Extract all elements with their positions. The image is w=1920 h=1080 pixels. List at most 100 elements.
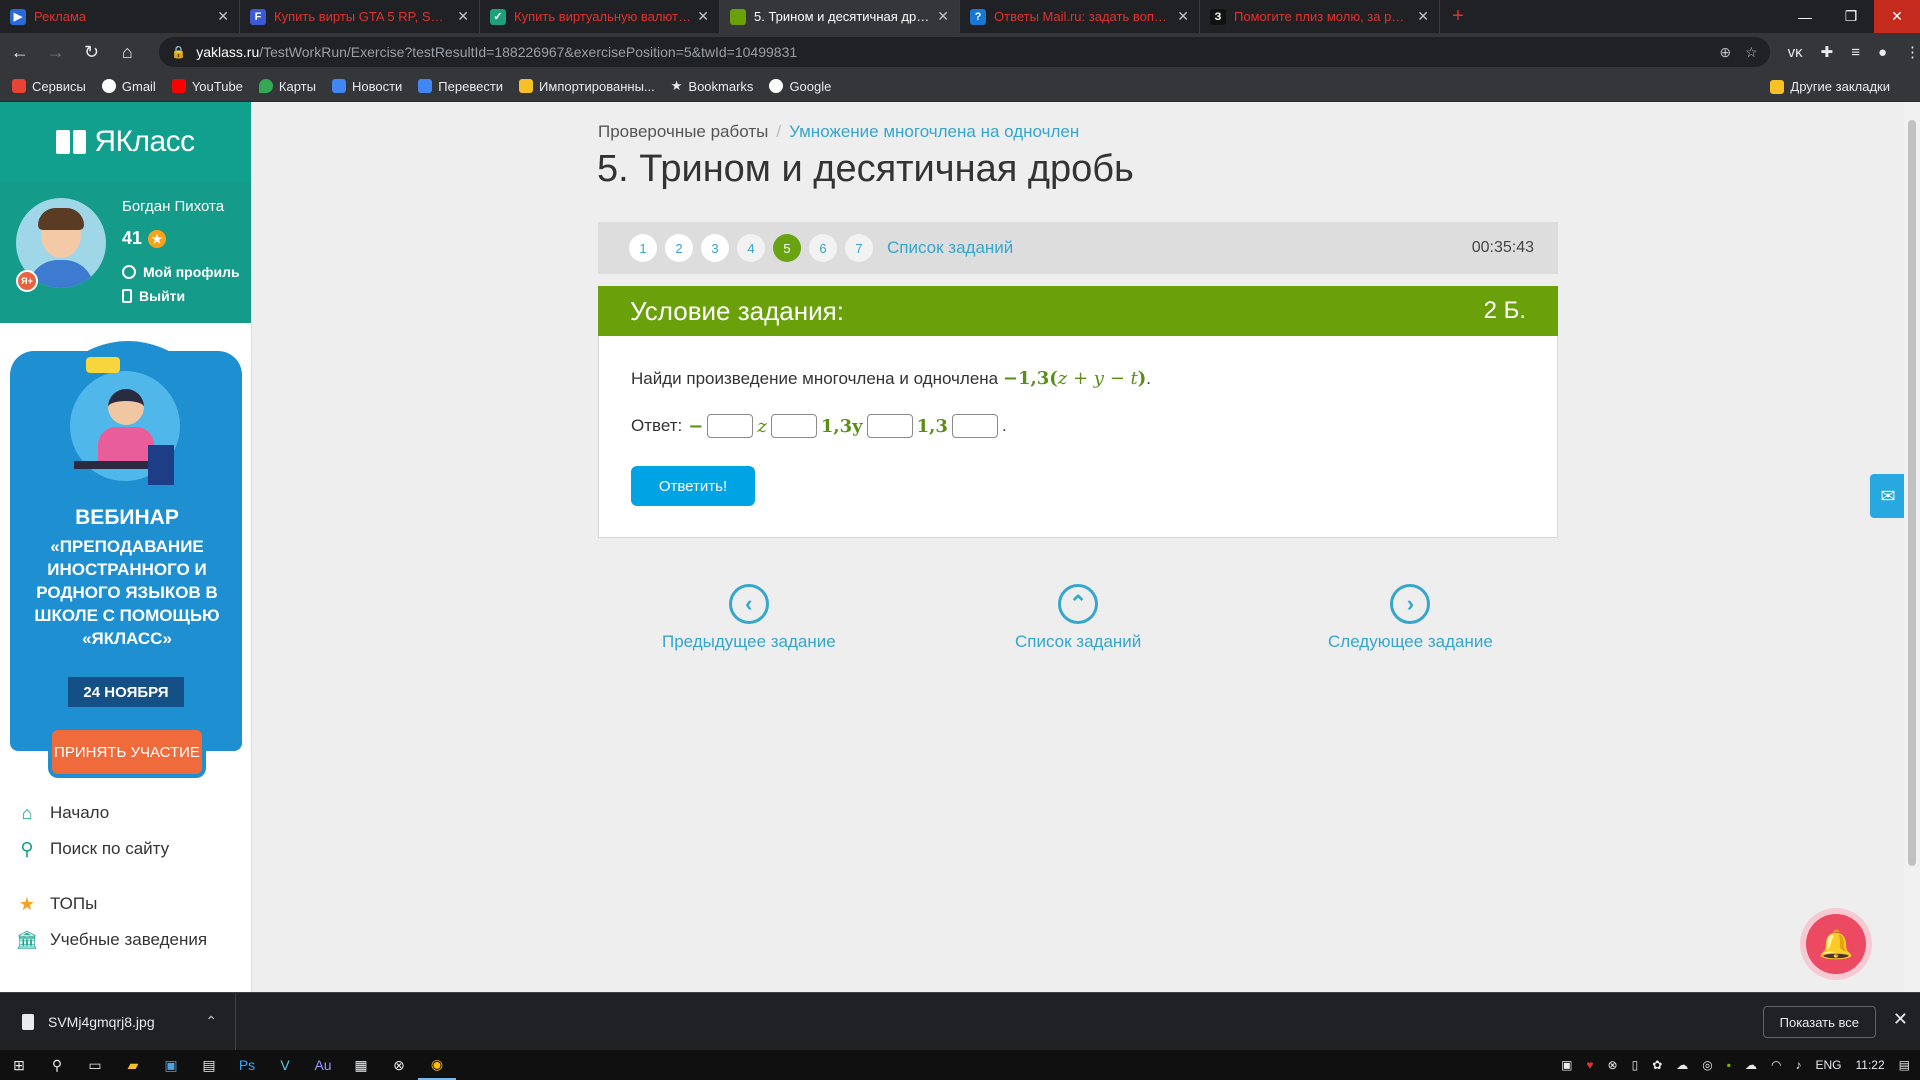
menu-kebab-icon[interactable]: ⋮ [1905, 43, 1920, 61]
next-task-link[interactable]: › Следующее задание [1328, 584, 1493, 652]
browser-tab[interactable]: ✓ Купить виртуальную валюту SA ✕ [480, 0, 720, 33]
task-number-button-active[interactable]: 5 [773, 234, 801, 262]
close-tab-icon[interactable]: ✕ [1417, 8, 1429, 25]
bookmark-item[interactable]: Новости [331, 79, 402, 94]
prev-task-link[interactable]: ‹ Предыдущее задание [662, 584, 836, 652]
close-tab-icon[interactable]: ✕ [697, 8, 709, 25]
close-tab-icon[interactable]: ✕ [217, 8, 229, 25]
photoshop-icon[interactable]: Ps [228, 1050, 266, 1080]
browser-tab[interactable]: ? Ответы Mail.ru: задать вопрос ✕ [960, 0, 1200, 33]
app-icon[interactable]: ▦ [342, 1050, 380, 1080]
sidebar-item-institutions[interactable]: 🏛 Учебные заведения [16, 929, 208, 951]
sidebar-item-tops[interactable]: ★ ТОПы [16, 893, 97, 915]
back-arrow-icon[interactable]: ← [4, 36, 36, 68]
extensions-puzzle-icon[interactable]: ✚ [1821, 43, 1834, 61]
bookmark-item[interactable]: Gmail [101, 79, 156, 94]
tray-app-icon[interactable]: ◎ [1702, 1058, 1712, 1072]
bookmark-item[interactable]: Google [769, 79, 831, 94]
language-indicator[interactable]: ENG [1816, 1058, 1842, 1072]
close-tab-icon[interactable]: ✕ [457, 8, 469, 25]
media-icon[interactable]: ≡ [1851, 44, 1860, 61]
nvidia-icon[interactable]: ▪ [1727, 1058, 1731, 1072]
chrome-icon[interactable]: ◉ [418, 1050, 456, 1080]
answer-input[interactable] [866, 414, 913, 438]
answer-input[interactable] [951, 414, 998, 438]
join-webinar-button[interactable]: ПРИНЯТЬ УЧАСТИЕ [52, 730, 202, 774]
breadcrumb-topic[interactable]: Умножение многочлена на одночлен [789, 122, 1079, 141]
vk-extension-icon[interactable]: ᴠᴋ [1788, 44, 1803, 61]
minimize-icon[interactable]: — [1782, 0, 1828, 33]
notifications-icon[interactable]: ▤ [1899, 1058, 1910, 1072]
tray-app-icon[interactable]: ☁ [1676, 1058, 1688, 1072]
chevron-up-icon[interactable]: ⌃ [205, 1013, 217, 1030]
task-number-button[interactable]: 3 [701, 234, 729, 262]
answer-input[interactable] [707, 414, 754, 438]
task-view-icon[interactable]: ▭ [76, 1050, 114, 1080]
task-list-link[interactable]: Список заданий [887, 238, 1013, 258]
close-tab-icon[interactable]: ✕ [1177, 8, 1189, 25]
notification-bell-icon[interactable]: 🔔 [1806, 914, 1866, 974]
new-tab-button[interactable]: + [1440, 0, 1476, 33]
reload-icon[interactable]: ↻ [76, 36, 108, 68]
logout-link[interactable]: Выйти [122, 288, 185, 304]
bookmark-item[interactable]: ★ Bookmarks [671, 78, 754, 94]
app-icon[interactable]: ▤ [190, 1050, 228, 1080]
feedback-mail-icon[interactable]: ✉ [1870, 474, 1906, 518]
bookmark-item[interactable]: YouTube [171, 79, 243, 94]
sidebar-item-search[interactable]: ⚲ Поиск по сайту [16, 838, 169, 860]
bookmark-item[interactable]: Карты [258, 79, 316, 94]
tray-app-icon[interactable]: ⊗ [1608, 1058, 1618, 1072]
browser-tab[interactable]: ▶ Реклама ✕ [0, 0, 240, 33]
restore-icon[interactable]: ❐ [1828, 0, 1874, 33]
show-all-downloads-button[interactable]: Показать все [1762, 1006, 1876, 1038]
close-window-icon[interactable]: ✕ [1874, 0, 1920, 33]
task-number-button[interactable]: 1 [629, 234, 657, 262]
bookmark-item[interactable]: Сервисы [12, 79, 86, 94]
home-icon[interactable]: ⌂ [111, 36, 143, 68]
task-list-bottom-link[interactable]: ⌃ Список заданий [1015, 584, 1141, 652]
add-icon[interactable]: ⊕ [1719, 44, 1731, 61]
breadcrumb-root[interactable]: Проверочные работы [598, 122, 768, 141]
sidebar-item-home[interactable]: ⌂ Начало [16, 802, 110, 824]
close-tab-icon[interactable]: ✕ [937, 8, 949, 25]
tray-app-icon[interactable]: ✿ [1652, 1058, 1662, 1072]
wifi-icon[interactable]: ◠ [1771, 1058, 1781, 1072]
download-item[interactable]: SVMj4gmqrj8.jpg ⌃ [0, 992, 236, 1051]
close-icon[interactable]: ✕ [1893, 1009, 1908, 1030]
scrollbar-thumb[interactable] [1908, 120, 1916, 866]
tray-app-icon[interactable]: ♥ [1586, 1058, 1593, 1072]
tray-app-icon[interactable]: ▣ [1561, 1058, 1572, 1072]
answer-input[interactable] [770, 414, 817, 438]
task-number-button[interactable]: 2 [665, 234, 693, 262]
bookmark-star-icon[interactable]: ☆ [1745, 44, 1758, 61]
task-number-button[interactable]: 7 [845, 234, 873, 262]
vegas-icon[interactable]: V [266, 1050, 304, 1080]
cloud-icon[interactable]: ☁ [1745, 1058, 1757, 1072]
task-number-button[interactable]: 4 [737, 234, 765, 262]
submit-answer-button[interactable]: Ответить! [631, 466, 755, 506]
battery-icon[interactable]: ▯ [1632, 1058, 1639, 1072]
windows-start-icon[interactable]: ⊞ [0, 1050, 38, 1080]
volume-icon[interactable]: ♪ [1796, 1058, 1802, 1072]
profile-link[interactable]: Мой профиль [122, 264, 240, 280]
task-number-button[interactable]: 6 [809, 234, 837, 262]
bookmark-item[interactable]: Импортированны... [519, 79, 655, 94]
other-bookmarks[interactable]: Другие закладки [1770, 71, 1890, 102]
file-explorer-icon[interactable]: ▰ [114, 1050, 152, 1080]
search-icon[interactable]: ⚲ [38, 1050, 76, 1080]
xbox-icon[interactable]: ⊗ [380, 1050, 418, 1080]
site-logo[interactable]: ЯКласс [0, 102, 251, 182]
url-bar[interactable]: 🔒 yaklass.ru/TestWorkRun/Exercise?testRe… [159, 37, 1770, 67]
browser-tab-active[interactable]: 5. Трином и десятичная дробь ✕ [720, 0, 960, 33]
browser-tab[interactable]: F Купить вирты GTA 5 RP, SAMP, C ✕ [240, 0, 480, 33]
clock[interactable]: 11:22 [1856, 1058, 1885, 1072]
audition-icon[interactable]: Au [304, 1050, 342, 1080]
profile-icon[interactable]: ● [1878, 44, 1887, 61]
lock-icon[interactable]: 🔒 [171, 45, 186, 59]
store-icon[interactable]: ▣ [152, 1050, 190, 1080]
webinar-banner[interactable]: ВЕБИНАР «ПРЕПОДАВАНИЕ ИНОСТРАННОГО И РОД… [10, 341, 244, 751]
forward-arrow-icon[interactable]: → [40, 36, 72, 68]
page-scrollbar[interactable] [1904, 102, 1920, 992]
bookmark-item[interactable]: Перевести [418, 79, 503, 94]
browser-tab[interactable]: З Помогите плиз молю, за ранее ✕ [1200, 0, 1440, 33]
